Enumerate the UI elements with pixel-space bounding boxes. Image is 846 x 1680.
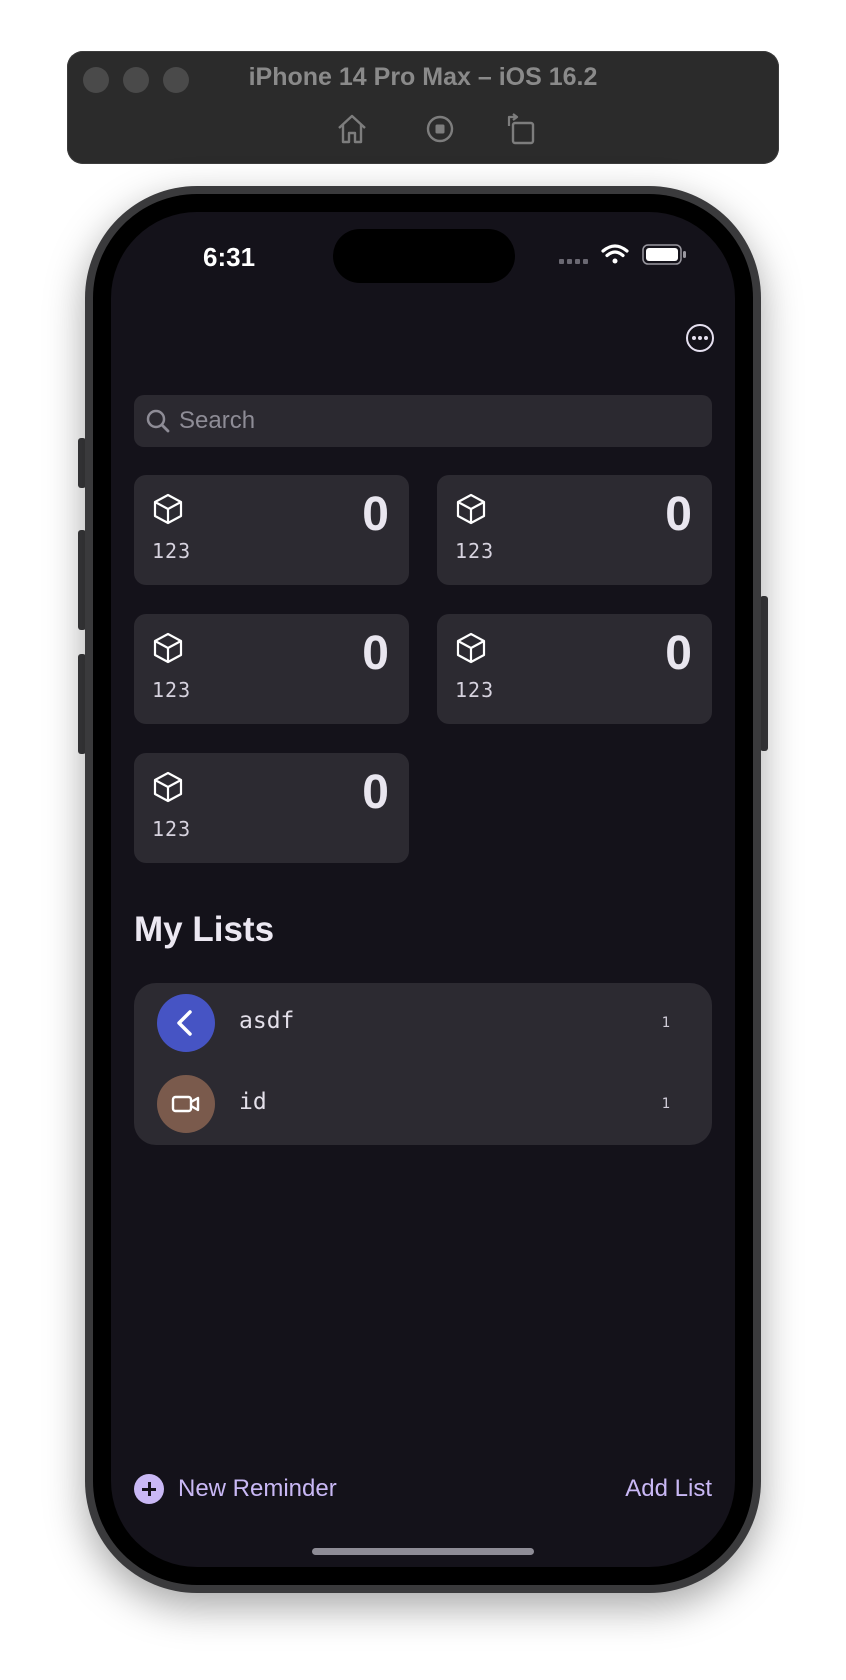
dynamic-island [333, 229, 515, 283]
search-placeholder: Search [179, 407, 256, 434]
smart-list-card[interactable]: 0 123 [134, 475, 409, 585]
my-lists-group: asdf 1 id 1 [134, 983, 712, 1145]
card-label: 123 [455, 539, 495, 563]
card-count: 0 [665, 627, 692, 680]
power-button [760, 596, 768, 751]
plus-circle-icon [134, 1474, 164, 1504]
card-count: 0 [362, 488, 389, 541]
signal-icon [559, 259, 588, 264]
rotate-icon[interactable] [503, 111, 539, 147]
search-icon [146, 409, 170, 433]
card-label: 123 [152, 678, 192, 702]
smart-list-card[interactable]: 0 123 [134, 614, 409, 724]
list-count: 1 [661, 1015, 670, 1031]
list-avatar [157, 1075, 215, 1133]
cube-icon [456, 632, 486, 664]
bottom-toolbar: New Reminder Add List [111, 1472, 735, 1512]
card-label: 123 [455, 678, 495, 702]
simulator-title: iPhone 14 Pro Max – iOS 16.2 [248, 63, 598, 91]
list-name: id [239, 1089, 267, 1115]
smart-list-card[interactable]: 0 123 [437, 475, 712, 585]
card-label: 123 [152, 539, 192, 563]
card-count: 0 [665, 488, 692, 541]
app-screen: 6:31 Search 0 123 0 123 0 123 0 123 0 12… [111, 212, 735, 1567]
chevron-left-icon [177, 1010, 192, 1036]
screenshot-icon[interactable] [422, 111, 458, 147]
card-count: 0 [362, 766, 389, 819]
list-item[interactable]: asdf 1 [134, 983, 712, 1064]
my-lists-title: My Lists [134, 910, 275, 949]
list-name: asdf [239, 1008, 295, 1034]
ellipsis-circle-icon[interactable] [686, 324, 714, 352]
simulator-title-bar: iPhone 14 Pro Max – iOS 16.2 [67, 51, 779, 164]
video-camera-icon [171, 1095, 200, 1113]
list-item[interactable]: id 1 [134, 1064, 712, 1145]
new-reminder-label: New Reminder [178, 1475, 337, 1502]
cube-icon [153, 771, 183, 803]
card-label: 123 [152, 817, 192, 841]
battery-icon [642, 244, 686, 265]
status-icons [559, 244, 686, 265]
cube-icon [456, 493, 486, 525]
status-time: 6:31 [203, 242, 256, 272]
home-indicator[interactable] [312, 1548, 534, 1555]
list-avatar [157, 994, 215, 1052]
add-list-button[interactable]: Add List [625, 1475, 712, 1503]
cube-icon [153, 632, 183, 664]
smart-list-card[interactable]: 0 123 [437, 614, 712, 724]
home-icon[interactable] [334, 111, 370, 147]
wifi-icon [601, 244, 629, 264]
smart-list-card[interactable]: 0 123 [134, 753, 409, 863]
cube-icon [153, 493, 183, 525]
card-count: 0 [362, 627, 389, 680]
search-field[interactable]: Search [134, 395, 712, 447]
list-count: 1 [661, 1096, 670, 1112]
